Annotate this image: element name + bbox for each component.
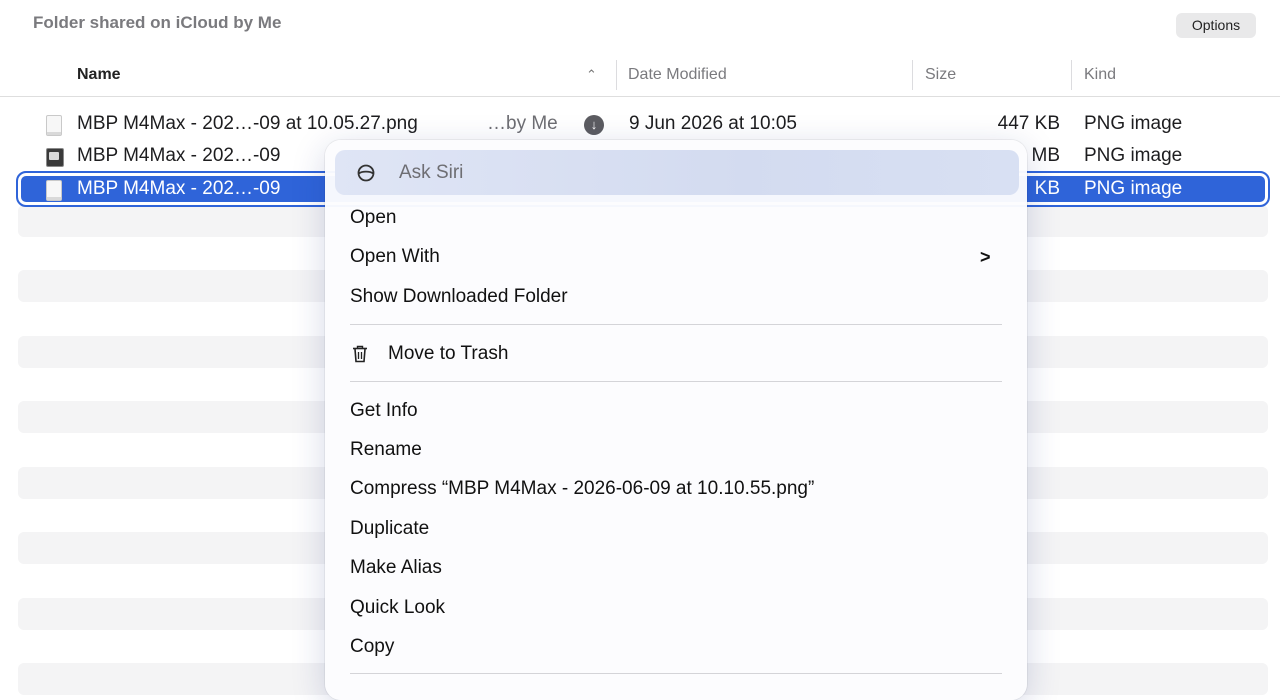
menu-item-show-downloaded-folder[interactable]: Show Downloaded Folder xyxy=(350,279,568,315)
siri-icon xyxy=(357,164,375,182)
file-kind: PNG image xyxy=(1084,145,1183,166)
sort-ascending-icon[interactable]: ⌃ xyxy=(586,60,597,90)
column-header-name[interactable]: Name xyxy=(77,60,121,90)
document-icon xyxy=(46,115,62,136)
column-divider[interactable] xyxy=(912,60,913,90)
file-name: MBP M4Max - 202…-09 at 10.05.27.png xyxy=(77,113,418,134)
options-button[interactable]: Options xyxy=(1176,13,1256,38)
menu-item-compress[interactable]: Compress “MBP M4Max - 2026-06-09 at 10.1… xyxy=(350,471,814,507)
file-name: MBP M4Max - 202…-09 xyxy=(77,178,281,199)
file-kind: PNG image xyxy=(1084,178,1183,199)
column-header-kind[interactable]: Kind xyxy=(1084,60,1116,90)
menu-separator xyxy=(350,324,1002,325)
column-header-date-modified[interactable]: Date Modified xyxy=(628,60,727,90)
column-divider[interactable] xyxy=(616,60,617,90)
context-menu: Ask Siri Open Open With > Show Downloade… xyxy=(325,140,1027,700)
menu-item-make-alias[interactable]: Make Alias xyxy=(350,550,442,586)
chevron-right-icon: > xyxy=(980,247,991,267)
menu-item-rename[interactable]: Rename xyxy=(350,432,422,468)
ask-siri-label: Ask Siri xyxy=(399,162,464,183)
menu-item-duplicate[interactable]: Duplicate xyxy=(350,511,429,547)
menu-item-open[interactable]: Open xyxy=(350,200,396,236)
menu-separator xyxy=(350,673,1002,674)
menu-item-open-with[interactable]: Open With xyxy=(350,239,440,275)
column-divider[interactable] xyxy=(1071,60,1072,90)
file-name: MBP M4Max - 202…-09 xyxy=(77,145,281,166)
column-header-size[interactable]: Size xyxy=(925,60,956,90)
document-icon xyxy=(46,180,62,201)
date-modified: 9 Jun 2026 at 10:05 xyxy=(629,113,797,134)
menu-separator xyxy=(350,381,1002,382)
file-size: 447 KB xyxy=(997,113,1060,134)
header-divider xyxy=(0,96,1280,97)
trash-icon xyxy=(353,345,367,363)
menu-item-move-to-trash[interactable]: Move to Trash xyxy=(388,336,508,372)
ask-siri-item[interactable]: Ask Siri xyxy=(335,150,1019,195)
shared-by-label: …by Me xyxy=(487,113,558,134)
section-title: Folder shared on iCloud by Me xyxy=(33,13,282,32)
file-size: MB xyxy=(1031,145,1061,166)
download-icon[interactable]: ↓ xyxy=(584,115,604,135)
file-row[interactable]: MBP M4Max - 202…-09 at 10.05.27.png …by … xyxy=(18,108,1268,140)
file-kind: PNG image xyxy=(1084,113,1183,134)
menu-item-copy[interactable]: Copy xyxy=(350,629,394,665)
menu-item-get-info[interactable]: Get Info xyxy=(350,393,418,429)
file-size: KB xyxy=(1034,178,1060,199)
menu-item-quick-look[interactable]: Quick Look xyxy=(350,590,445,626)
image-thumbnail-icon xyxy=(46,147,64,167)
